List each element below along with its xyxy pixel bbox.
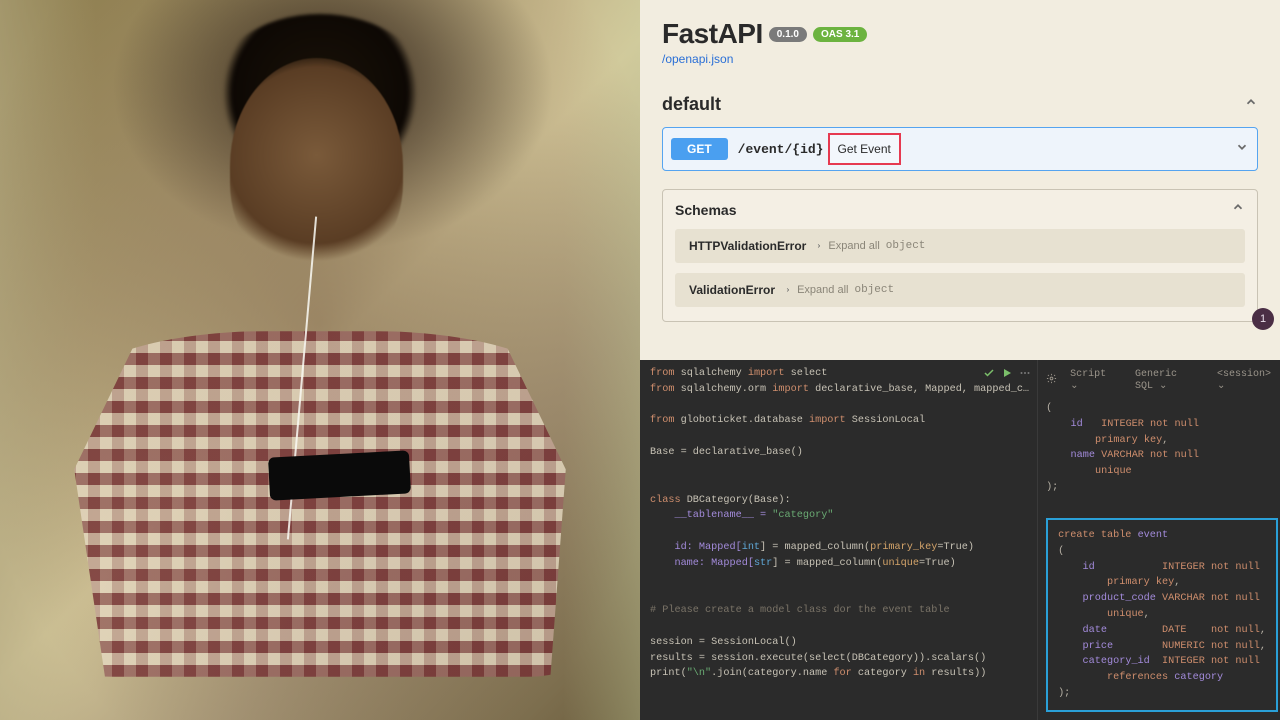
chevron-down-icon[interactable] [1235, 140, 1249, 159]
http-method-badge: GET [671, 138, 728, 160]
version-badge: 0.1.0 [769, 27, 807, 42]
notification-badge[interactable]: 1 [1252, 308, 1274, 330]
chevron-right-icon: ⌄ [781, 286, 791, 293]
hero-photo [0, 0, 640, 720]
tag-default[interactable]: default [662, 94, 721, 115]
sql-ddl-event: create table event ( id INTEGER not null… [1058, 528, 1266, 702]
api-title: FastAPI [662, 18, 763, 50]
python-code: from sqlalchemy import select from sqlal… [650, 366, 1029, 682]
code-editor[interactable]: from sqlalchemy import select from sqlal… [640, 360, 1037, 720]
endpoint-row-get-event[interactable]: GET /event/{id} Get Event [662, 127, 1258, 171]
script-dropdown[interactable]: Script ⌄ [1063, 366, 1116, 395]
schemas-title[interactable]: Schemas [675, 202, 736, 218]
ddl-panel: Script ⌄ Generic SQL ⌄ <session> ⌄ ( id … [1037, 360, 1280, 720]
expand-all-link[interactable]: Expand all [797, 284, 848, 296]
chevron-right-icon: ⌄ [812, 242, 822, 249]
more-icon[interactable] [1019, 366, 1031, 384]
sql-ddl-top: ( id INTEGER not null primary key, name … [1046, 401, 1278, 496]
endpoint-summary-highlight: Get Event [828, 133, 901, 165]
schemas-section: Schemas HTTPValidationError ⌄ Expand all… [662, 189, 1258, 322]
schema-name: ValidationError [689, 283, 775, 297]
schema-type: object [886, 240, 926, 252]
schema-row-validationerror[interactable]: ValidationError ⌄ Expand all object [675, 273, 1245, 307]
schema-name: HTTPValidationError [689, 239, 806, 253]
endpoint-path: /event/{id} [738, 142, 824, 157]
chevron-up-icon[interactable] [1231, 200, 1245, 219]
run-icon[interactable] [1001, 366, 1013, 384]
openapi-json-link[interactable]: /openapi.json [662, 52, 1258, 66]
endpoint-summary: Get Event [838, 142, 891, 156]
ide-panel: from sqlalchemy import select from sqlal… [640, 360, 1280, 720]
gear-icon[interactable] [1046, 373, 1057, 388]
schema-type: object [854, 284, 894, 296]
expand-all-link[interactable]: Expand all [828, 240, 879, 252]
session-dropdown[interactable]: <session> ⌄ [1210, 366, 1278, 395]
swagger-docs-panel: FastAPI 0.1.0 OAS 3.1 /openapi.json defa… [640, 0, 1280, 360]
sql-ddl-event-highlight: create table event ( id INTEGER not null… [1046, 518, 1278, 712]
oas-badge: OAS 3.1 [813, 27, 867, 42]
photo-figure-head [230, 58, 403, 274]
schema-row-httpvalidationerror[interactable]: HTTPValidationError ⌄ Expand all object [675, 229, 1245, 263]
photo-figure-shirt [64, 331, 576, 677]
photo-figure-phone [268, 450, 411, 500]
chevron-up-icon[interactable] [1244, 95, 1258, 114]
check-icon [983, 366, 995, 384]
dialect-dropdown[interactable]: Generic SQL ⌄ [1128, 366, 1204, 395]
